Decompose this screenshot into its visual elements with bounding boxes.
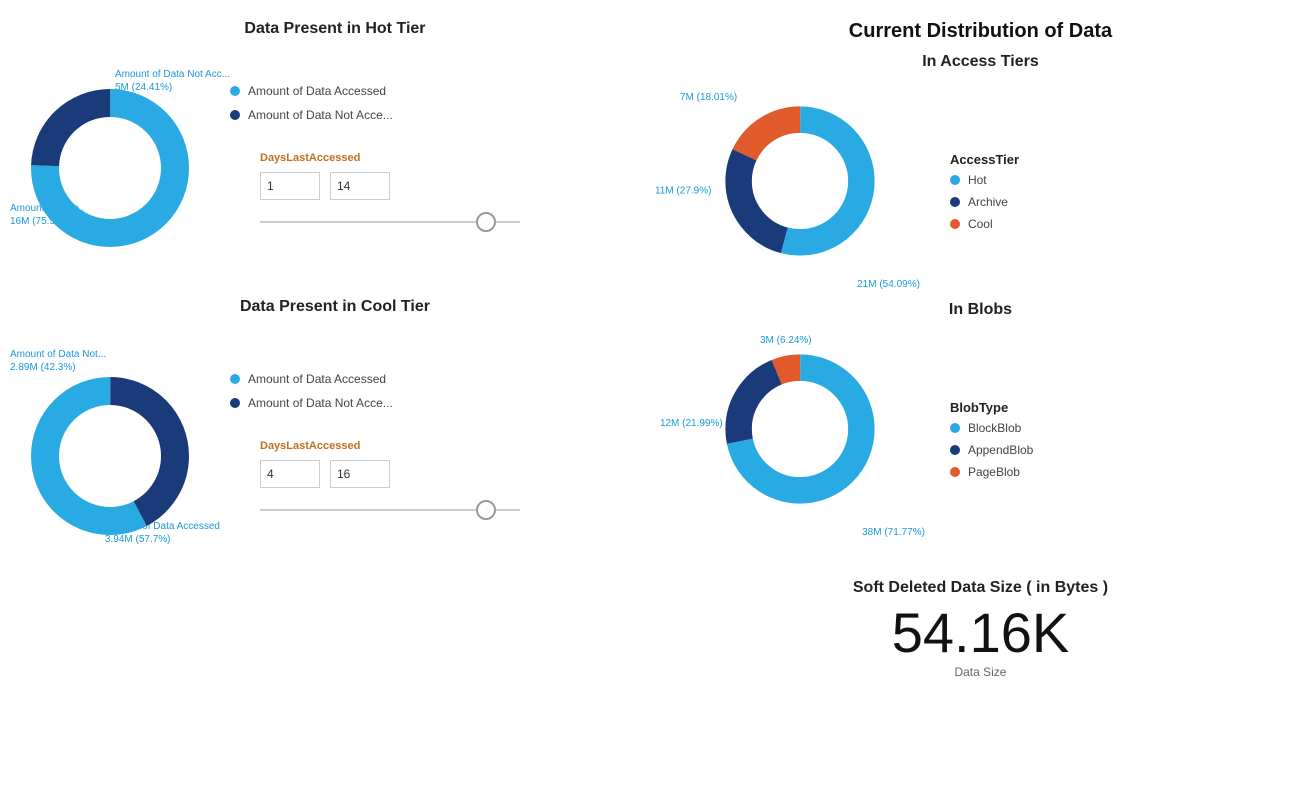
cool-legend-dot-not-accessed bbox=[230, 398, 240, 408]
cool-tier-donut bbox=[20, 366, 200, 546]
blobs-legend-wrapper: BlobType BlockBlob AppendBlob PageBlo bbox=[950, 400, 1033, 479]
blobs-donut-wrapper: 3M (6.24%) 12M (21.99%) 38M (71.77%) bbox=[660, 329, 930, 549]
cool-tier-slider-section: DaysLastAccessed bbox=[260, 440, 520, 520]
hot-tier-donut bbox=[20, 78, 200, 258]
blobs-subtitle: In Blobs bbox=[660, 301, 1301, 319]
hot-slider-min-input[interactable] bbox=[260, 172, 320, 200]
cool-slider-min-input[interactable] bbox=[260, 460, 320, 488]
access-tiers-legend: Hot Archive Cool bbox=[950, 173, 1019, 231]
cool-slider-max-input[interactable] bbox=[330, 460, 390, 488]
left-panel: Data Present in Hot Tier Amount of Data … bbox=[10, 20, 660, 777]
blobs-legend-title: BlobType bbox=[950, 400, 1033, 415]
hot-tier-title: Data Present in Hot Tier bbox=[10, 20, 660, 38]
cool-legend-item-1: Amount of Data Not Acce... bbox=[230, 396, 520, 410]
legend-item-0: Amount of Data Accessed bbox=[230, 84, 520, 98]
cool-slider-inputs bbox=[260, 460, 520, 488]
cool-slider-track[interactable] bbox=[260, 500, 520, 520]
blobs-page-dot bbox=[950, 467, 960, 477]
blobs-append-dot bbox=[950, 445, 960, 455]
access-hot-dot bbox=[950, 175, 960, 185]
cool-tier-legend: Amount of Data Accessed Amount of Data N… bbox=[230, 372, 520, 410]
access-tiers-subtitle: In Access Tiers bbox=[660, 53, 1301, 71]
legend-dot-accessed bbox=[230, 86, 240, 96]
access-tiers-chart-row: 7M (18.01%) 21M (54.09%) 11M (27.9%) bbox=[660, 81, 1301, 301]
cool-slider-thumb[interactable] bbox=[476, 500, 496, 520]
access-legend-archive: Archive bbox=[950, 195, 1019, 209]
hot-slider-thumb[interactable] bbox=[476, 212, 496, 232]
hot-slider-label: DaysLastAccessed bbox=[260, 152, 520, 164]
access-11m-label: 11M (27.9%) bbox=[655, 185, 712, 198]
blobs-chart-row: 3M (6.24%) 12M (21.99%) 38M (71.77%) bbox=[660, 329, 1301, 549]
blobs-legend-page: PageBlob bbox=[950, 465, 1033, 479]
hot-slider-inputs bbox=[260, 172, 520, 200]
access-archive-dot bbox=[950, 197, 960, 207]
cool-tier-section: Data Present in Cool Tier Amount of Data… bbox=[10, 298, 660, 566]
soft-deleted-title: Soft Deleted Data Size ( in Bytes ) bbox=[670, 579, 1291, 597]
blobs-legend-append: AppendBlob bbox=[950, 443, 1033, 457]
blobs-12m-label: 12M (21.99%) bbox=[660, 417, 723, 430]
access-cool-dot bbox=[950, 219, 960, 229]
hot-tier-right: Amount of Data Accessed Amount of Data N… bbox=[230, 84, 520, 232]
blobs-section: In Blobs 3M (6.24%) 12M (21.99%) 38M (71… bbox=[660, 301, 1301, 549]
access-21m-label: 21M (54.09%) bbox=[857, 278, 920, 291]
hot-slider-track[interactable] bbox=[260, 212, 520, 232]
cool-tier-title: Data Present in Cool Tier bbox=[10, 298, 660, 316]
access-tiers-section: In Access Tiers 7M (18.01%) 21M (54.09%)… bbox=[660, 53, 1301, 301]
right-panel: Current Distribution of Data In Access T… bbox=[660, 20, 1301, 777]
blobs-legend-block: BlockBlob bbox=[950, 421, 1033, 435]
blobs-legend: BlockBlob AppendBlob PageBlob bbox=[950, 421, 1033, 479]
cool-tier-right: Amount of Data Accessed Amount of Data N… bbox=[230, 372, 520, 520]
access-legend-hot: Hot bbox=[950, 173, 1019, 187]
cool-legend-item-0: Amount of Data Accessed bbox=[230, 372, 520, 386]
soft-deleted-sub: Data Size bbox=[670, 665, 1291, 679]
blobs-38m-label: 38M (71.77%) bbox=[862, 526, 925, 539]
legend-dot-not-accessed bbox=[230, 110, 240, 120]
legend-item-1: Amount of Data Not Acce... bbox=[230, 108, 520, 122]
hot-tier-section: Data Present in Hot Tier Amount of Data … bbox=[10, 20, 660, 268]
hot-slider-max-input[interactable] bbox=[330, 172, 390, 200]
blobs-donut bbox=[715, 344, 885, 514]
hot-tier-legend: Amount of Data Accessed Amount of Data N… bbox=[230, 84, 520, 122]
cool-legend-dot-accessed bbox=[230, 374, 240, 384]
right-panel-title: Current Distribution of Data bbox=[660, 20, 1301, 43]
cool-tier-donut-wrapper: Amount of Data Not... 2.89M (42.3%) Amou… bbox=[10, 336, 210, 556]
access-tiers-donut-wrapper: 7M (18.01%) 21M (54.09%) 11M (27.9%) bbox=[660, 81, 930, 301]
soft-deleted-value: 54.16K bbox=[670, 605, 1291, 661]
access-tiers-legend-title: AccessTier bbox=[950, 152, 1019, 167]
access-tiers-legend-wrapper: AccessTier Hot Archive Cool bbox=[950, 152, 1019, 231]
cool-tier-chart-row: Amount of Data Not... 2.89M (42.3%) Amou… bbox=[10, 326, 660, 566]
access-tiers-donut bbox=[715, 96, 885, 266]
soft-deleted-section: Soft Deleted Data Size ( in Bytes ) 54.1… bbox=[660, 569, 1301, 689]
blobs-block-dot bbox=[950, 423, 960, 433]
hot-tier-chart-row: Amount of Data Not Acc... 5M (24.41%) Am… bbox=[10, 48, 660, 268]
cool-slider-label: DaysLastAccessed bbox=[260, 440, 520, 452]
access-legend-cool: Cool bbox=[950, 217, 1019, 231]
hot-tier-slider-section: DaysLastAccessed bbox=[260, 152, 520, 232]
hot-tier-donut-wrapper: Amount of Data Not Acc... 5M (24.41%) Am… bbox=[10, 58, 210, 258]
